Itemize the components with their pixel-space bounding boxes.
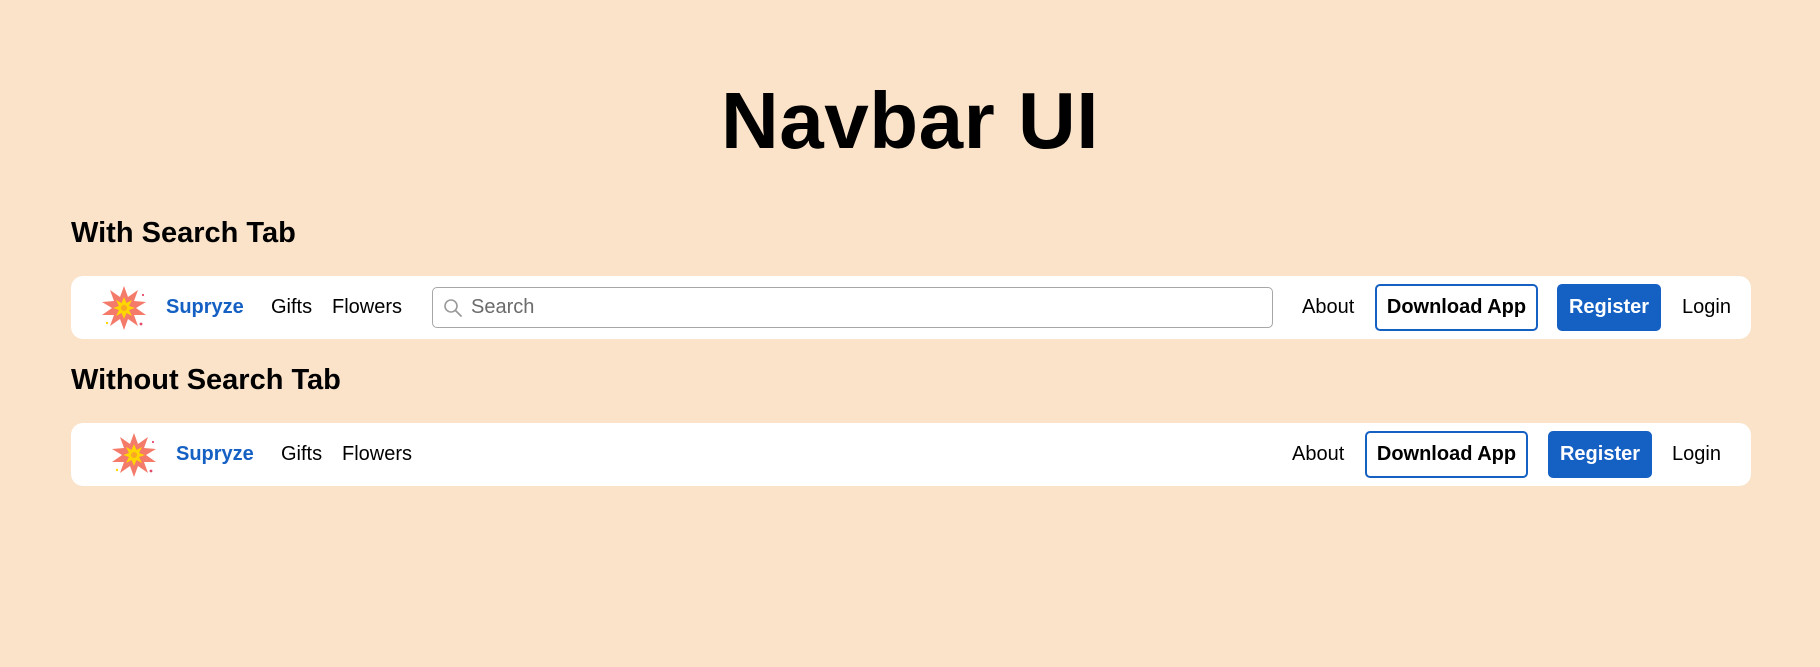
search-field[interactable] (432, 287, 1273, 328)
search-icon (444, 298, 462, 317)
register-button[interactable]: Register (1548, 431, 1652, 478)
download-app-button[interactable]: Download App (1365, 431, 1528, 478)
download-app-button[interactable]: Download App (1375, 284, 1538, 331)
register-button[interactable]: Register (1557, 284, 1661, 331)
starburst-logo-icon[interactable] (111, 432, 157, 478)
brand-name[interactable]: Supryze (166, 276, 244, 339)
nav-link-about[interactable]: About (1292, 423, 1344, 486)
nav-link-flowers[interactable]: Flowers (332, 276, 402, 339)
nav-link-login[interactable]: Login (1672, 423, 1721, 486)
nav-link-gifts[interactable]: Gifts (281, 423, 322, 486)
section-heading-without-search: Without Search Tab (71, 364, 341, 396)
brand-name[interactable]: Supryze (176, 423, 254, 486)
nav-link-flowers[interactable]: Flowers (342, 423, 412, 486)
navbar-without-search: Supryze Gifts Flowers About Download App… (71, 423, 1751, 486)
starburst-logo-icon[interactable] (101, 285, 147, 331)
nav-link-login[interactable]: Login (1682, 276, 1731, 339)
page-title: Navbar UI (721, 76, 1099, 165)
section-heading-with-search: With Search Tab (71, 217, 296, 249)
search-input[interactable] (471, 296, 1231, 319)
navbar-with-search: Supryze Gifts Flowers About Download App… (71, 276, 1751, 339)
nav-link-gifts[interactable]: Gifts (271, 276, 312, 339)
nav-link-about[interactable]: About (1302, 276, 1354, 339)
